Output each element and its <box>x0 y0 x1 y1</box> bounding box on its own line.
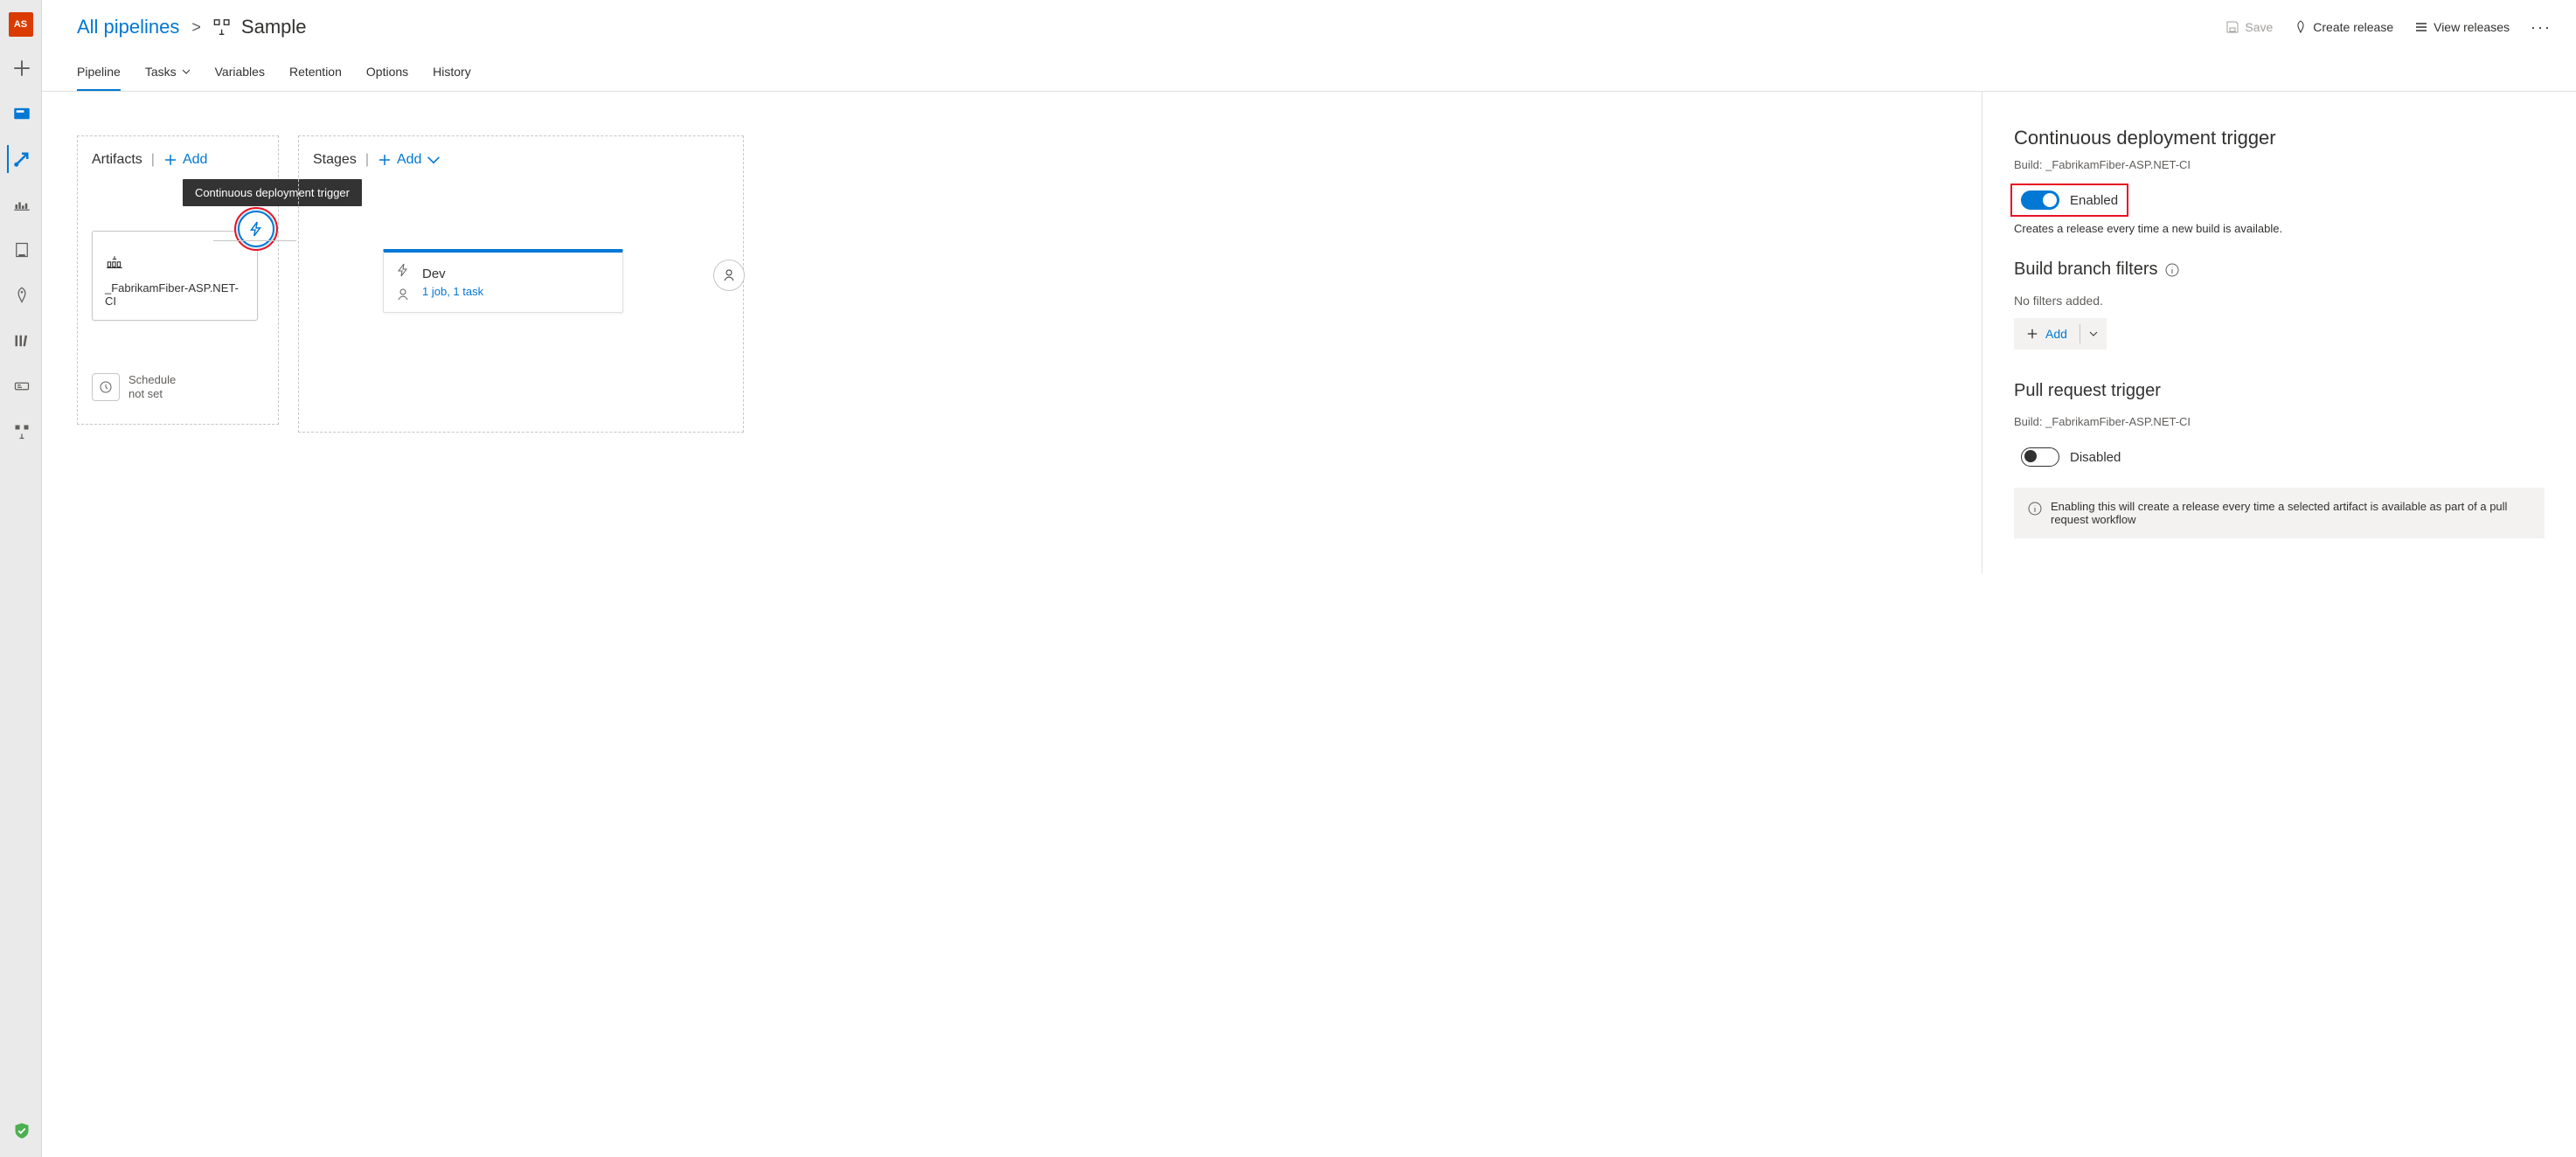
pr-trigger-toggle-label: Disabled <box>2070 450 2121 465</box>
cd-trigger-build-line: Build: _FabrikamFiber-ASP.NET-CI <box>2014 158 2545 171</box>
info-icon[interactable] <box>2165 263 2179 277</box>
lightning-icon <box>248 221 264 237</box>
stage-card-dev[interactable]: Dev 1 job, 1 task <box>383 249 623 313</box>
list-icon <box>2414 20 2428 34</box>
pre-deploy-trigger-icon[interactable] <box>396 263 410 277</box>
taskgroups-icon[interactable] <box>7 418 35 446</box>
stage-tasks-link[interactable]: 1 job, 1 task <box>422 285 483 298</box>
pr-trigger-build-line: Build: _FabrikamFiber-ASP.NET-CI <box>2014 415 2545 428</box>
status-shield-icon[interactable] <box>7 1117 35 1145</box>
pr-trigger-toggle-row: Disabled <box>2014 444 2545 470</box>
branch-filters-title: Build branch filters <box>2014 260 2545 280</box>
add-stage-button[interactable]: Add <box>378 152 441 168</box>
save-button: Save <box>2225 20 2273 34</box>
post-deploy-approver-icon[interactable] <box>713 260 745 291</box>
cd-trigger-title: Continuous deployment trigger <box>2014 127 2545 149</box>
breadcrumb-current: Sample <box>213 16 307 38</box>
schedule-card[interactable]: Schedule not set <box>92 373 264 401</box>
tab-retention[interactable]: Retention <box>289 58 342 91</box>
add-artifact-button[interactable]: Add <box>163 152 207 168</box>
pr-trigger-title: Pull request trigger <box>2014 381 2545 401</box>
chevron-down-icon <box>182 67 191 76</box>
testplans-icon[interactable] <box>7 236 35 264</box>
plus-icon <box>2026 328 2038 340</box>
pipeline-canvas: Artifacts | Add Continuous deployment tr… <box>42 92 1982 573</box>
new-item-icon[interactable] <box>7 54 35 82</box>
cd-trigger-toggle[interactable] <box>2021 191 2059 210</box>
left-icon-rail: AS <box>0 0 42 1157</box>
chevron-down-icon[interactable] <box>2080 327 2107 341</box>
rocket-icon <box>2294 20 2308 34</box>
artifact-name: _FabrikamFiber-ASP.NET-CI <box>105 281 245 308</box>
tab-pipeline[interactable]: Pipeline <box>77 58 121 91</box>
release-pipeline-icon <box>213 17 233 37</box>
create-release-button[interactable]: Create release <box>2294 20 2393 34</box>
artifact-stage-connector <box>213 240 296 241</box>
stages-header: Stages <box>313 152 357 168</box>
artifacts-header: Artifacts <box>92 152 142 168</box>
cd-trigger-toggle-label: Enabled <box>2070 193 2118 208</box>
cd-trigger-badge[interactable] <box>238 211 274 247</box>
plus-icon <box>163 153 177 167</box>
tabs-row: Pipeline Tasks Variables Retention Optio… <box>42 49 2576 92</box>
artifacts-column: Artifacts | Add Continuous deployment tr… <box>77 135 279 425</box>
artifact-card[interactable]: Continuous deployment trigger _FabrikamF… <box>92 231 258 321</box>
repos-icon[interactable] <box>7 191 35 218</box>
tab-history[interactable]: History <box>433 58 471 91</box>
stage-name-label: Dev <box>422 267 483 281</box>
trigger-settings-panel: Continuous deployment trigger Build: _Fa… <box>1982 92 2576 573</box>
add-branch-filter-button[interactable]: Add <box>2014 318 2107 350</box>
tab-variables[interactable]: Variables <box>215 58 265 91</box>
chevron-down-icon <box>427 153 441 167</box>
tab-options[interactable]: Options <box>366 58 408 91</box>
branch-filters-empty: No filters added. <box>2014 294 2545 308</box>
view-releases-button[interactable]: View releases <box>2414 20 2510 34</box>
boards-icon[interactable] <box>7 100 35 128</box>
breadcrumb-separator: > <box>191 18 201 37</box>
pipelines-icon[interactable] <box>7 145 35 173</box>
pr-trigger-toggle[interactable] <box>2021 447 2059 467</box>
pr-trigger-info-banner: Enabling this will create a release ever… <box>2014 488 2545 538</box>
stages-column: Stages | Add <box>298 135 744 433</box>
clock-icon <box>92 373 120 401</box>
pre-deploy-approver-icon[interactable] <box>396 288 410 301</box>
build-source-icon <box>105 262 124 276</box>
plus-icon <box>378 153 392 167</box>
tab-tasks[interactable]: Tasks <box>145 58 191 91</box>
more-menu-button[interactable]: ··· <box>2531 18 2552 37</box>
save-icon <box>2225 20 2239 34</box>
deploy-icon[interactable] <box>7 372 35 400</box>
breadcrumb-row: All pipelines > Sample Save Create relea… <box>42 0 2576 42</box>
user-avatar[interactable]: AS <box>9 12 33 37</box>
cd-trigger-note: Creates a release every time a new build… <box>2014 222 2545 235</box>
rocket-icon[interactable] <box>7 281 35 309</box>
breadcrumb-root-link[interactable]: All pipelines <box>77 16 179 38</box>
cd-trigger-toggle-row: Enabled <box>2014 187 2125 213</box>
library-icon[interactable] <box>7 327 35 355</box>
info-icon <box>2028 502 2042 516</box>
